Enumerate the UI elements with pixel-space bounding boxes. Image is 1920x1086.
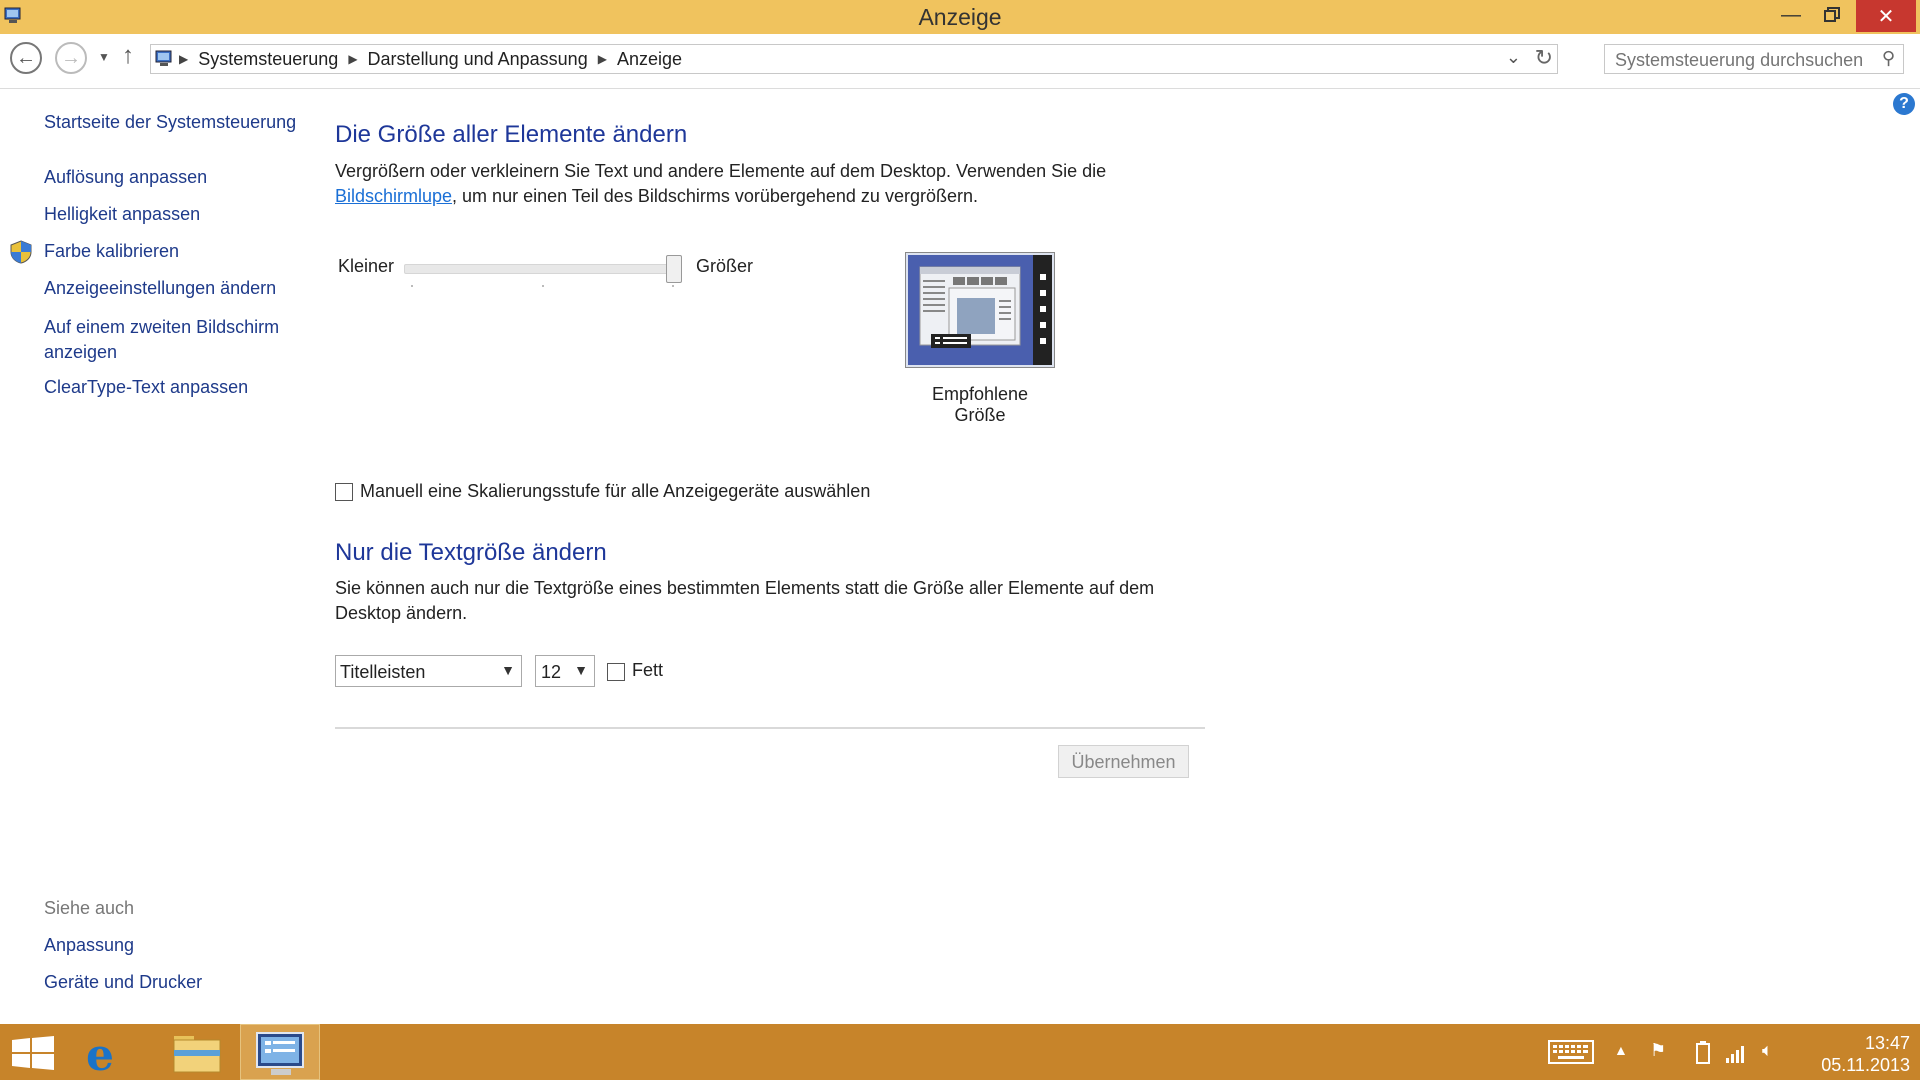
sidebar-item-second-screen[interactable]: Auf einem zweiten Bildschirm anzeigen <box>44 315 284 365</box>
slider-min-label: Kleiner <box>338 256 395 276</box>
breadcrumb-separator[interactable]: ▶ <box>179 52 188 66</box>
breadcrumb-darstellung[interactable]: Darstellung und Anpassung <box>368 49 588 70</box>
search-icon[interactable]: ⚲ <box>1882 48 1895 69</box>
sidebar-item-cleartype[interactable]: ClearType-Text anpassen <box>44 377 248 398</box>
recent-locations-button[interactable]: ▼ <box>98 50 110 64</box>
see-also-personalization[interactable]: Anpassung <box>44 935 134 956</box>
up-button[interactable]: ↑ <box>122 42 134 70</box>
text-size-heading: Nur die Textgröße ändern <box>335 539 607 566</box>
element-select-value: Titelleisten <box>340 662 426 682</box>
control-panel-icon <box>155 50 172 66</box>
keyboard-icon[interactable] <box>1548 1040 1594 1064</box>
slider-tick <box>411 285 413 287</box>
address-bar[interactable]: ▶ Systemsteuerung ▶ Darstellung und Anpa… <box>150 44 1558 74</box>
close-icon: ✕ <box>1877 5 1895 28</box>
taskbar: e ▲ ⚑ 🔈︎ 13:47 05.11.2013 <box>0 1024 1920 1081</box>
manual-scaling-label[interactable]: Manuell eine Skalierungsstufe für alle A… <box>360 481 870 502</box>
up-arrow-icon: ↑ <box>122 42 134 69</box>
network-icon[interactable] <box>1724 1040 1746 1064</box>
size-description: Vergrößern oder verkleinern Sie Text und… <box>335 159 1235 209</box>
preview-label: Empfohlene Größe <box>931 384 1029 425</box>
element-select[interactable]: Titelleisten ▼ <box>335 655 522 687</box>
breadcrumb-anzeige[interactable]: Anzeige <box>617 49 682 70</box>
clock-time: 13:47 <box>1864 1033 1910 1053</box>
magnifier-link[interactable]: Bildschirmlupe <box>335 186 452 206</box>
divider <box>335 727 1205 729</box>
close-button[interactable]: ✕ <box>1856 0 1916 32</box>
flag-icon[interactable]: ⚑ <box>1650 1040 1666 1061</box>
search-box[interactable]: ⚲ <box>1604 44 1904 74</box>
size-slider-thumb[interactable] <box>666 255 682 283</box>
slider-tick <box>542 285 544 287</box>
maximize-button[interactable] <box>1812 0 1852 30</box>
sidebar-item-brightness[interactable]: Helligkeit anpassen <box>44 204 200 225</box>
font-size-select-value: 12 <box>541 662 562 682</box>
windows-start-icon[interactable] <box>10 1036 56 1070</box>
chevron-down-icon: ▼ <box>98 50 110 64</box>
see-also-devices-printers[interactable]: Geräte und Drucker <box>44 972 202 993</box>
shield-icon <box>10 240 32 264</box>
size-slider-track[interactable] <box>404 264 682 274</box>
sidebar-item-calibrate[interactable]: Farbe kalibrieren <box>44 241 179 262</box>
bold-checkbox[interactable] <box>607 663 625 681</box>
size-heading: Die Größe aller Elemente ändern <box>335 121 688 148</box>
text-para-2: Desktop ändern. <box>335 603 468 623</box>
chevron-down-icon: ▼ <box>501 662 515 678</box>
title-bar[interactable]: Anzeige — ✕ <box>0 0 1920 34</box>
sidebar-item-display-settings[interactable]: Anzeigeeinstellungen ändern <box>44 278 276 299</box>
restore-icon <box>1824 7 1840 22</box>
font-size-select[interactable]: 12 ▼ <box>535 655 595 687</box>
apply-button[interactable]: Übernehmen <box>1058 745 1189 778</box>
window-title: Anzeige <box>918 4 1002 30</box>
slider-max-label: Größer <box>696 256 754 276</box>
address-dropdown-button[interactable]: ⌄ <box>1506 47 1521 68</box>
manual-scaling-checkbox[interactable] <box>335 483 353 501</box>
breadcrumb-separator[interactable]: ▶ <box>598 52 607 66</box>
clock-date: 05.11.2013 <box>1821 1055 1910 1075</box>
back-button[interactable]: ← <box>10 42 42 74</box>
size-text-2: , um nur einen Teil des Bildschirms vorü… <box>452 186 978 206</box>
navigation-bar: ← → ▼ ↑ ▶ Systemsteuerung ▶ Darstellung … <box>0 34 1920 89</box>
breadcrumb-separator[interactable]: ▶ <box>348 52 357 66</box>
chevron-down-icon: ⌄ <box>1505 47 1521 67</box>
text-para-1: Sie können auch nur die Textgröße eines … <box>335 578 1155 598</box>
refresh-button[interactable]: ↻ <box>1535 45 1553 71</box>
file-explorer-icon[interactable] <box>172 1032 222 1074</box>
internet-explorer-icon[interactable]: e <box>86 1030 138 1081</box>
help-icon: ? <box>1899 95 1909 112</box>
help-button[interactable]: ? <box>1893 93 1915 115</box>
show-hidden-icons-button[interactable]: ▲ <box>1614 1042 1628 1058</box>
speaker-icon[interactable]: 🔈︎ <box>1762 1040 1773 1061</box>
battery-icon[interactable] <box>1696 1040 1710 1064</box>
refresh-icon: ↻ <box>1534 45 1553 70</box>
forward-button[interactable]: → <box>55 42 87 74</box>
see-also-title: Siehe auch <box>44 898 135 918</box>
control-panel-icon <box>256 1032 304 1075</box>
sidebar-item-resolution[interactable]: Auflösung anpassen <box>44 167 207 188</box>
bold-label[interactable]: Fett <box>632 660 663 681</box>
breadcrumb-systemsteuerung[interactable]: Systemsteuerung <box>198 49 338 70</box>
search-input[interactable] <box>1613 46 1867 74</box>
chevron-down-icon: ▼ <box>574 662 588 678</box>
sidebar-home-link[interactable]: Startseite der Systemsteuerung <box>44 112 296 133</box>
display-preview-image <box>905 252 1055 368</box>
minimize-button[interactable]: — <box>1770 0 1812 30</box>
taskbar-control-panel-button[interactable] <box>240 1024 320 1080</box>
forward-arrow-icon: → <box>61 46 81 69</box>
slider-tick <box>672 285 674 287</box>
text-size-description: Sie können auch nur die Textgröße eines … <box>335 576 1235 626</box>
size-text-1: Vergrößern oder verkleinern Sie Text und… <box>335 161 1107 181</box>
clock[interactable]: 13:47 05.11.2013 <box>1800 1032 1910 1076</box>
back-arrow-icon: ← <box>16 46 36 69</box>
